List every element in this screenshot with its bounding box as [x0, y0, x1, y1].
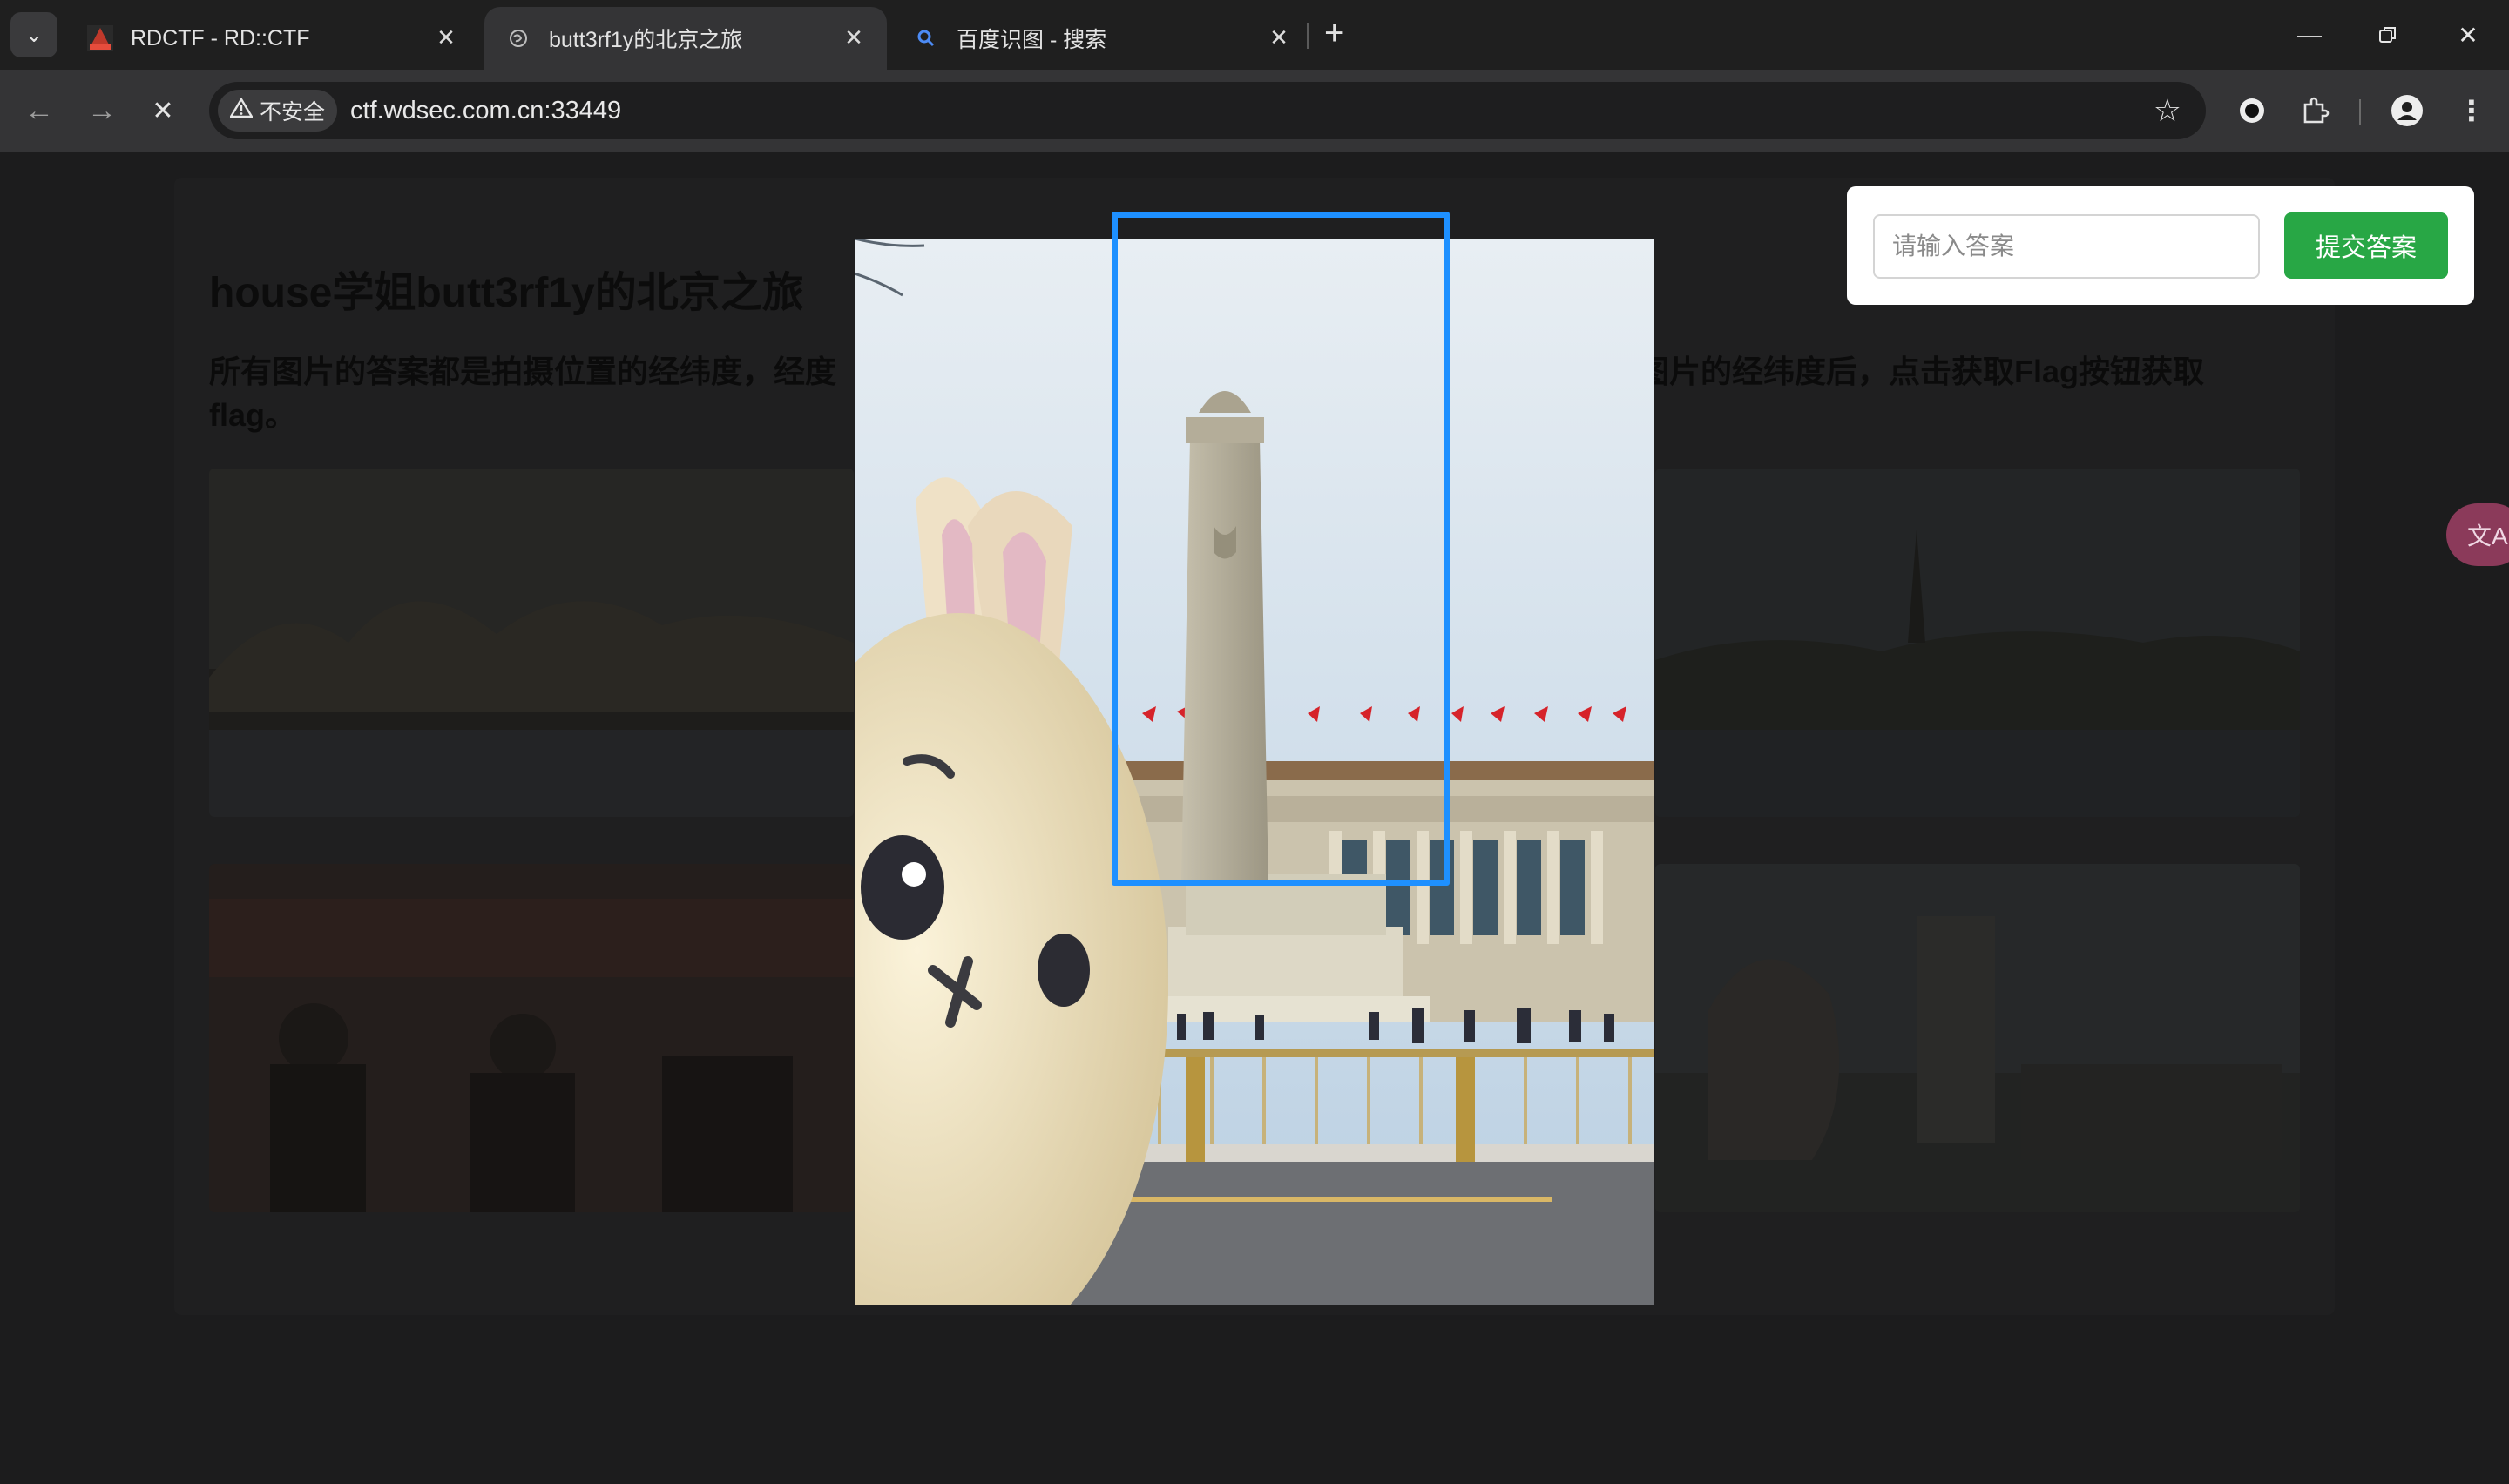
- tab-separator: [1307, 23, 1309, 49]
- tab-rdctf[interactable]: RDCTF - RD::CTF ✕: [66, 7, 479, 70]
- rdctf-logo-icon: [87, 25, 113, 51]
- translate-icon[interactable]: 文A: [2446, 503, 2509, 566]
- tab-title: RDCTF - RD::CTF: [131, 25, 310, 51]
- chevron-down-icon: ⌄: [24, 23, 44, 47]
- security-indicator[interactable]: 不安全: [218, 90, 338, 132]
- tab-butt3rf1y[interactable]: butt3rf1y的北京之旅 ✕: [484, 7, 887, 70]
- profile-avatar-icon[interactable]: [2385, 89, 2429, 132]
- new-tab-plus-icon[interactable]: +: [1324, 16, 1344, 51]
- browser-toolbar: ← → ✕ 不安全 ctf.wdsec.com.cn:33449 ☆ ⋮: [0, 70, 2509, 152]
- address-bar[interactable]: 不安全 ctf.wdsec.com.cn:33449 ☆: [209, 82, 2206, 139]
- kebab-menu-icon[interactable]: ⋮: [2450, 89, 2493, 132]
- description-part-2: 图片的经纬度后，点击获取Flag按钮获取: [1638, 354, 2205, 389]
- photo-tile-street[interactable]: [209, 864, 854, 1212]
- description-part-1: 所有图片的答案都是拍摄位置的经纬度，经度: [209, 354, 837, 389]
- forward-arrow-icon[interactable]: →: [78, 87, 125, 134]
- answer-input[interactable]: [1873, 214, 2260, 279]
- minimize-icon[interactable]: —: [2279, 12, 2340, 57]
- extensions-puzzle-icon[interactable]: [2293, 89, 2337, 132]
- restore-icon[interactable]: [2357, 12, 2418, 57]
- tab-baidu-shitu[interactable]: 百度识图 - 搜索 ✕: [892, 7, 1312, 70]
- photo-tile-park[interactable]: [209, 469, 854, 817]
- photo-tile-monument[interactable]: [1655, 864, 2300, 1212]
- image-search-selection-box[interactable]: [1112, 212, 1450, 886]
- back-arrow-icon[interactable]: ←: [16, 87, 63, 134]
- stop-loading-icon[interactable]: ✕: [139, 87, 186, 134]
- warning-triangle-icon: [228, 97, 254, 125]
- photo-tile-pagoda[interactable]: [1655, 469, 2300, 817]
- tab-title: 百度识图 - 搜索: [957, 28, 1107, 52]
- tab-title: butt3rf1y的北京之旅: [549, 28, 743, 52]
- extension-record-icon[interactable]: [2230, 89, 2274, 132]
- tab-strip: ⌄ RDCTF - RD::CTF ✕ butt3rf1y的北京之旅 ✕ 百度识…: [0, 0, 2509, 70]
- description-line-2: flag。: [209, 397, 297, 433]
- search-icon: [913, 25, 939, 51]
- close-tab-icon[interactable]: ✕: [432, 24, 460, 51]
- toolbar-divider: [2359, 99, 2361, 125]
- close-window-icon[interactable]: ✕: [2438, 12, 2499, 57]
- submit-answer-button[interactable]: 提交答案: [2284, 212, 2448, 279]
- answer-form: 提交答案: [1847, 186, 2474, 305]
- bookmark-star-icon[interactable]: ☆: [2154, 92, 2181, 129]
- globe-icon: [505, 25, 531, 51]
- page-title: house学姐butt3rf1y的北京之旅: [209, 270, 804, 316]
- url-text[interactable]: ctf.wdsec.com.cn:33449: [350, 97, 621, 125]
- close-tab-icon[interactable]: ✕: [840, 24, 868, 51]
- close-tab-icon[interactable]: ✕: [1265, 24, 1293, 51]
- security-label: 不安全: [260, 100, 326, 125]
- tab-search-button[interactable]: ⌄: [10, 12, 57, 57]
